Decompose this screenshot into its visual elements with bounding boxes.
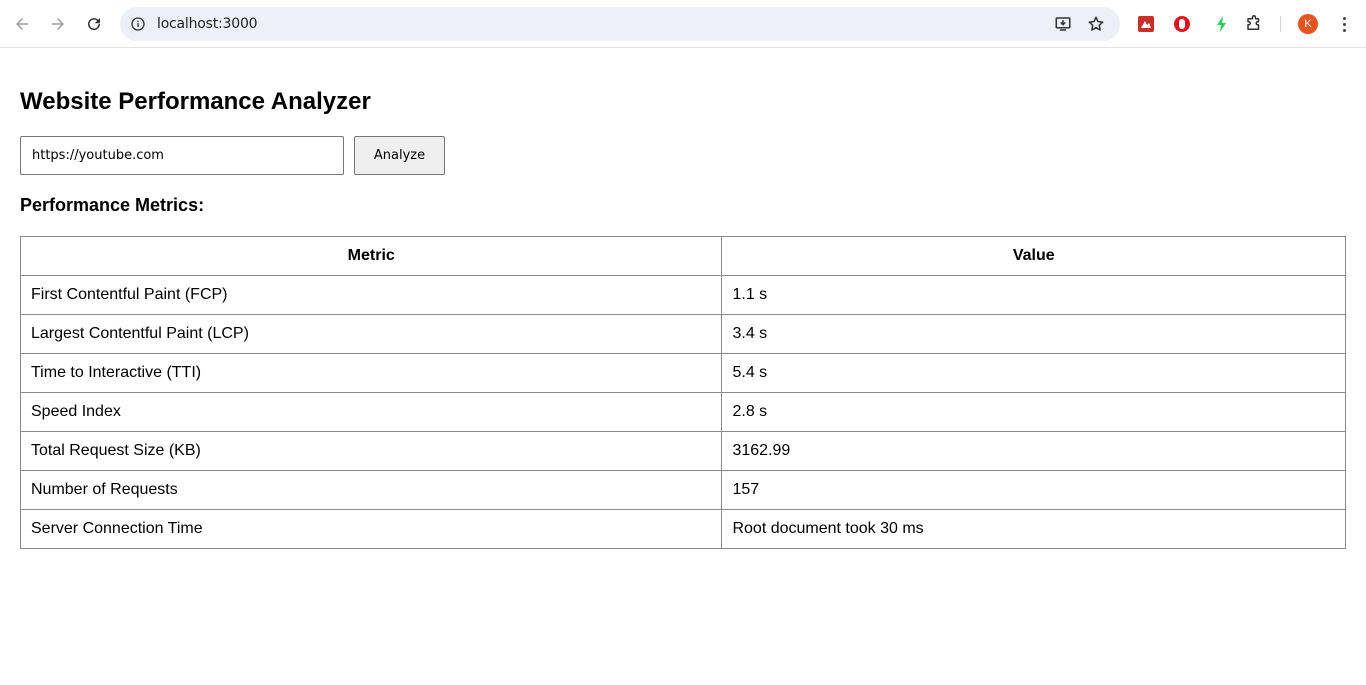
section-title: Performance Metrics:: [20, 195, 205, 215]
back-button[interactable]: [6, 8, 38, 40]
table-row: First Contentful Paint (FCP) 1.1 s: [19, 275, 1346, 315]
info-icon[interactable]: [130, 16, 146, 32]
header-value: Value: [721, 236, 1346, 276]
value-cell: 3162.99: [721, 431, 1346, 471]
extensions-puzzle-icon[interactable]: [1244, 14, 1264, 34]
browser-menu-icon[interactable]: [1334, 14, 1354, 34]
install-app-icon[interactable]: [1054, 15, 1072, 33]
value-cell: Root document took 30 ms: [721, 509, 1346, 549]
metric-cell: Server Connection Time: [19, 509, 723, 549]
value-cell: 3.4 s: [721, 314, 1346, 354]
page-title: Website Performance Analyzer: [20, 88, 371, 115]
value-cell: 157: [721, 470, 1346, 510]
arrow-left-icon: [16, 18, 28, 30]
table-row: Time to Interactive (TTI) 5.4 s: [19, 353, 1346, 393]
reload-icon: [88, 18, 101, 31]
forward-button[interactable]: [42, 8, 74, 40]
header-metric: Metric: [19, 236, 723, 276]
extension-stop-icon[interactable]: [1172, 14, 1192, 34]
url-input[interactable]: [20, 136, 344, 175]
toolbar-divider: [1280, 16, 1281, 32]
metric-cell: Time to Interactive (TTI): [19, 353, 723, 393]
table-row: Largest Contentful Paint (LCP) 3.4 s: [19, 314, 1346, 354]
extension-red-icon[interactable]: [1136, 14, 1156, 34]
table-row: Number of Requests 157: [19, 470, 1346, 510]
extension-bolt-icon[interactable]: [1212, 14, 1232, 34]
browser-toolbar: localhost:3000 K: [0, 0, 1366, 48]
value-cell: 2.8 s: [721, 392, 1346, 432]
metric-cell: Total Request Size (KB): [19, 431, 723, 471]
metric-cell: Number of Requests: [19, 470, 723, 510]
bookmark-star-icon[interactable]: [1087, 15, 1105, 33]
value-cell: 1.1 s: [721, 275, 1346, 315]
table-row: Total Request Size (KB) 3162.99: [19, 431, 1346, 471]
metrics-table: Metric Value First Contentful Paint (FCP…: [19, 236, 1346, 549]
reload-button[interactable]: [78, 8, 110, 40]
arrow-right-icon: [52, 18, 64, 30]
profile-avatar[interactable]: K: [1298, 14, 1318, 34]
table-row: Speed Index 2.8 s: [19, 392, 1346, 432]
address-bar[interactable]: localhost:3000: [120, 7, 1120, 41]
table-row: Server Connection Time Root document too…: [19, 509, 1346, 549]
value-cell: 5.4 s: [721, 353, 1346, 393]
metric-cell: Speed Index: [19, 392, 723, 432]
metric-cell: Largest Contentful Paint (LCP): [19, 314, 723, 354]
metric-cell: First Contentful Paint (FCP): [19, 275, 723, 315]
analyze-button[interactable]: Analyze: [354, 136, 445, 175]
address-url[interactable]: localhost:3000: [157, 7, 258, 41]
table-header-row: Metric Value: [19, 236, 1346, 276]
